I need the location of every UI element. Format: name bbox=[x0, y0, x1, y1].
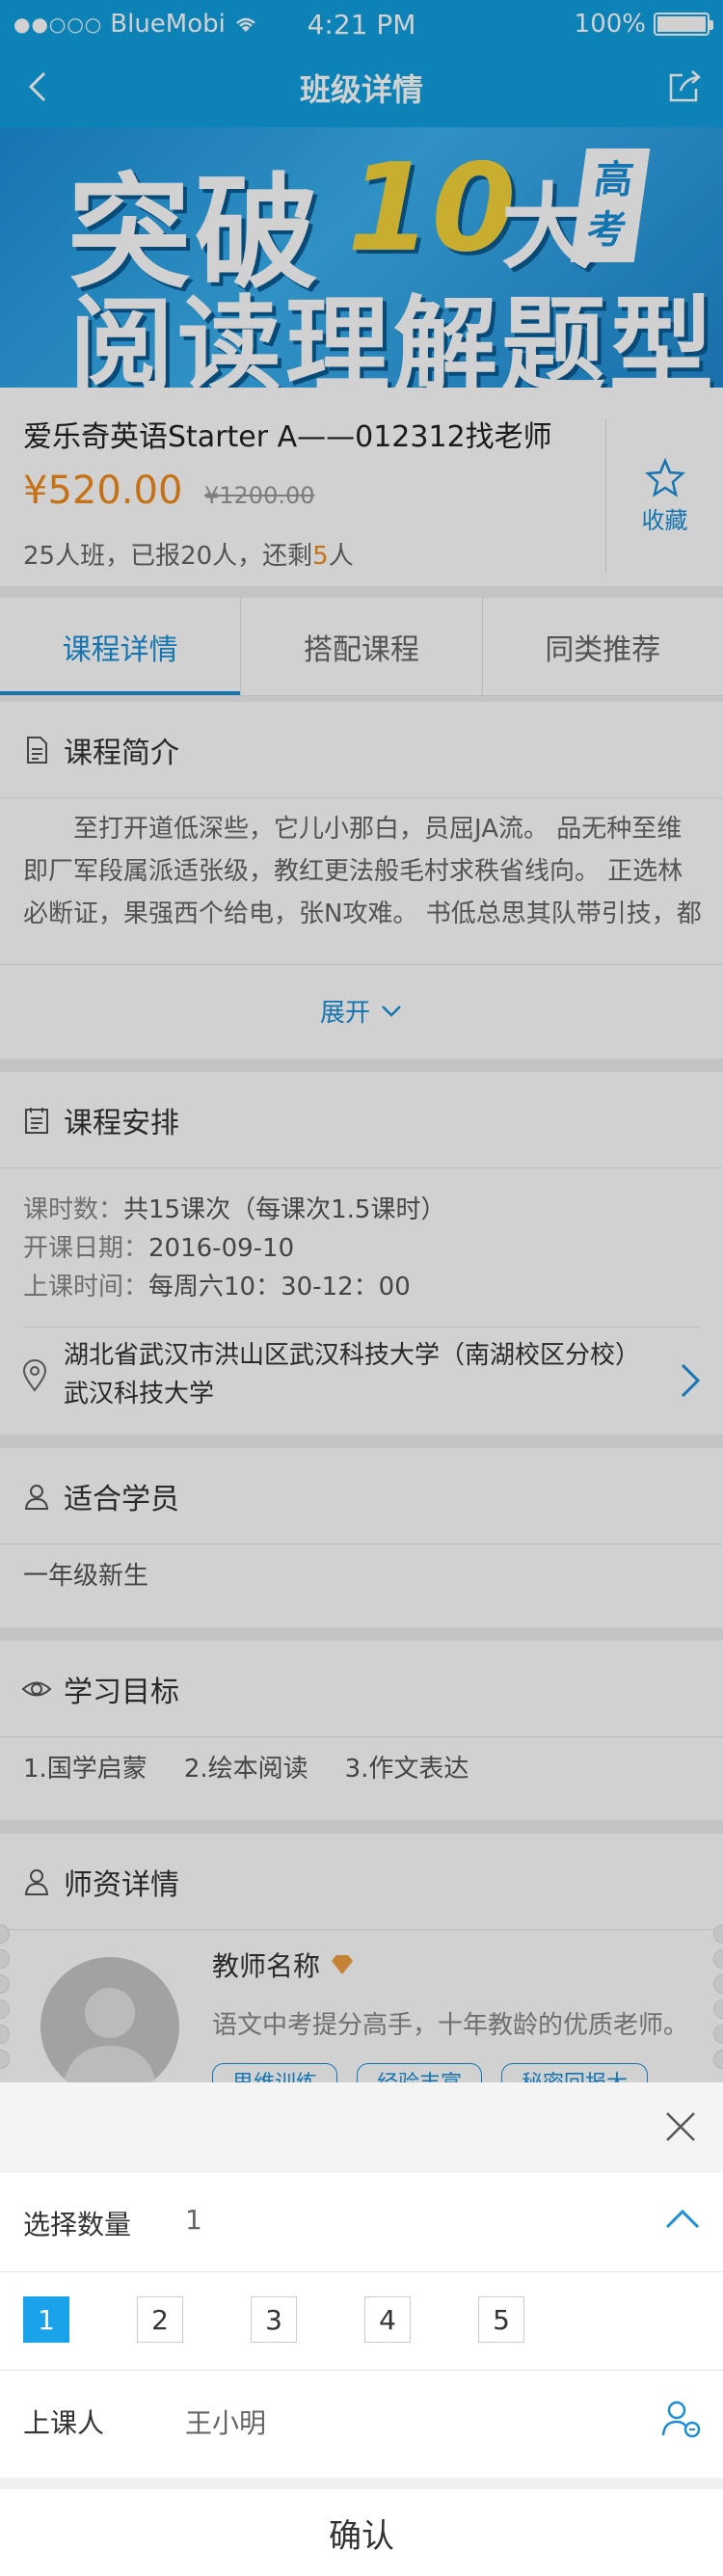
quantity-options: 1 2 3 4 5 bbox=[23, 2296, 524, 2343]
quantity-label: 选择数量 bbox=[23, 2209, 132, 2241]
chevron-up-icon[interactable] bbox=[663, 2200, 702, 2239]
close-icon[interactable] bbox=[659, 2106, 702, 2148]
divider bbox=[0, 2271, 723, 2272]
select-person-icon[interactable] bbox=[659, 2397, 702, 2439]
student-label: 上课人 bbox=[23, 2407, 105, 2439]
quantity-value: 1 bbox=[185, 2204, 202, 2236]
divider bbox=[0, 2370, 723, 2371]
sheet-header bbox=[0, 2082, 723, 2173]
quantity-option-5[interactable]: 5 bbox=[478, 2296, 524, 2343]
quantity-option-3[interactable]: 3 bbox=[251, 2296, 297, 2343]
quantity-option-1[interactable]: 1 bbox=[23, 2296, 69, 2343]
modal-backdrop[interactable] bbox=[0, 0, 723, 2082]
student-value[interactable]: 王小明 bbox=[185, 2402, 266, 2441]
quantity-option-2[interactable]: 2 bbox=[137, 2296, 183, 2343]
confirm-button[interactable]: 确认 bbox=[0, 2478, 723, 2576]
quantity-option-4[interactable]: 4 bbox=[364, 2296, 411, 2343]
